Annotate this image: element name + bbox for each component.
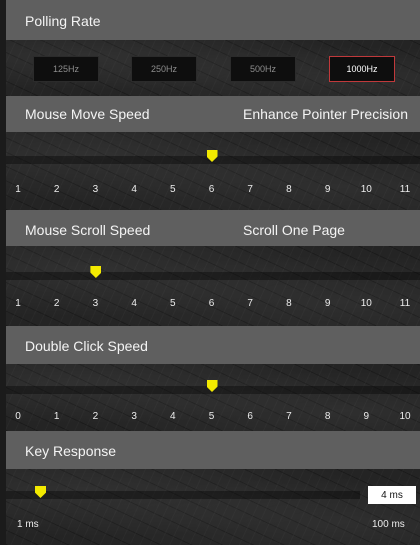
key-response-title: Key Response bbox=[25, 443, 117, 459]
double-click-header: Double Click Speed bbox=[6, 326, 420, 364]
double-click-tick-7: 7 bbox=[286, 411, 292, 422]
scroll-one-page-option[interactable]: Scroll One Page bbox=[243, 222, 345, 238]
polling-rate-panel: 125Hz 250Hz 500Hz 1000Hz bbox=[6, 40, 420, 96]
key-response-min-label: 1 ms bbox=[17, 519, 39, 530]
move-speed-tick-9: 9 bbox=[324, 184, 331, 195]
move-speed-tick-6: 6 bbox=[208, 184, 215, 195]
move-speed-header: Mouse Move Speed Enhance Pointer Precisi… bbox=[6, 96, 420, 132]
move-speed-tick-4: 4 bbox=[131, 184, 137, 195]
scroll-speed-tick-8: 8 bbox=[286, 298, 292, 309]
scroll-speed-tick-5: 5 bbox=[170, 298, 176, 309]
polling-1000hz-button[interactable]: 1000Hz bbox=[329, 56, 395, 82]
polling-rate-title: Polling Rate bbox=[25, 13, 101, 29]
key-response-header: Key Response bbox=[6, 431, 420, 469]
polling-500hz-button[interactable]: 500Hz bbox=[230, 56, 296, 82]
scroll-speed-tick-10: 10 bbox=[360, 298, 372, 309]
double-click-tick-4: 4 bbox=[170, 411, 176, 422]
move-speed-tick-5: 5 bbox=[170, 184, 176, 195]
polling-125hz-button[interactable]: 125Hz bbox=[33, 56, 99, 82]
key-response-track[interactable] bbox=[6, 491, 360, 499]
move-speed-tick-2: 2 bbox=[53, 184, 60, 195]
move-speed-panel: 1 2 3 4 5 6 7 8 9 10 11 bbox=[6, 132, 420, 210]
scroll-speed-tick-9: 9 bbox=[324, 298, 331, 309]
double-click-tick-8: 8 bbox=[324, 411, 331, 422]
double-click-tick-2: 2 bbox=[92, 411, 99, 422]
enhance-pointer-precision-option[interactable]: Enhance Pointer Precision bbox=[243, 106, 408, 122]
double-click-tick-0: 0 bbox=[15, 411, 21, 422]
scroll-speed-tick-1: 1 bbox=[15, 298, 21, 309]
scroll-speed-panel: 1 2 3 4 5 6 7 8 9 10 11 bbox=[6, 246, 420, 326]
scroll-speed-tick-3: 3 bbox=[92, 298, 99, 309]
double-click-tick-9: 9 bbox=[363, 411, 370, 422]
double-click-tick-10: 10 bbox=[399, 411, 411, 422]
polling-rate-header: Polling Rate bbox=[6, 0, 420, 40]
scroll-speed-track[interactable] bbox=[6, 272, 420, 280]
key-response-panel: 4 ms 1 ms 100 ms bbox=[6, 469, 420, 545]
move-speed-tick-3: 3 bbox=[92, 184, 99, 195]
scroll-speed-header: Mouse Scroll Speed Scroll One Page bbox=[6, 210, 420, 246]
scroll-speed-tick-2: 2 bbox=[53, 298, 60, 309]
move-speed-tick-10: 10 bbox=[360, 184, 372, 195]
move-speed-tick-1: 1 bbox=[15, 184, 21, 195]
scroll-speed-tick-11: 11 bbox=[399, 298, 411, 309]
scroll-speed-tick-4: 4 bbox=[131, 298, 137, 309]
double-click-title: Double Click Speed bbox=[25, 338, 148, 354]
scroll-speed-tick-7: 7 bbox=[247, 298, 253, 309]
key-response-value[interactable]: 4 ms bbox=[368, 486, 416, 504]
scroll-speed-tick-6: 6 bbox=[208, 298, 215, 309]
move-speed-tick-8: 8 bbox=[286, 184, 292, 195]
double-click-tick-5: 5 bbox=[208, 411, 215, 422]
double-click-tick-1: 1 bbox=[53, 411, 60, 422]
move-speed-title: Mouse Move Speed bbox=[25, 106, 150, 122]
move-speed-tick-7: 7 bbox=[247, 184, 253, 195]
double-click-tick-3: 3 bbox=[131, 411, 137, 422]
key-response-max-label: 100 ms bbox=[372, 519, 405, 530]
scroll-speed-title: Mouse Scroll Speed bbox=[25, 222, 151, 238]
double-click-panel: 0 1 2 3 4 5 6 7 8 9 10 bbox=[6, 364, 420, 431]
double-click-tick-6: 6 bbox=[247, 411, 253, 422]
polling-250hz-button[interactable]: 250Hz bbox=[131, 56, 197, 82]
move-speed-tick-11: 11 bbox=[399, 184, 411, 195]
